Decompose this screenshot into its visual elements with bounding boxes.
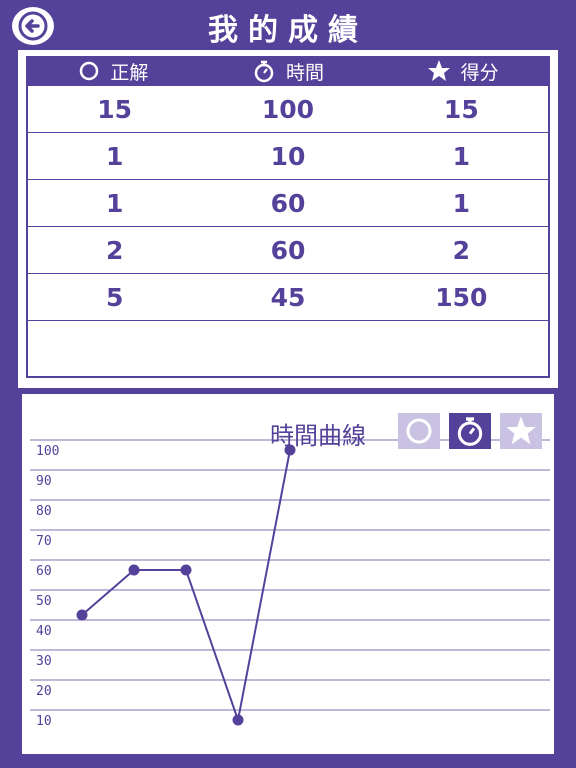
y-tick-label: 60	[36, 564, 52, 579]
chart-area: 10 20 30 40 50 60 70 80 90 100 時間曲線	[30, 398, 550, 750]
column-label: 時間	[286, 61, 325, 84]
chart-title: 時間曲線	[270, 422, 366, 450]
table-row: 15 100 15	[28, 86, 548, 133]
y-tick-label: 10	[36, 714, 52, 729]
cell-time: 45	[270, 282, 306, 312]
page-title: 我的成績	[208, 13, 368, 48]
data-point	[232, 714, 244, 726]
data-point	[180, 564, 192, 576]
column-label: 得分	[460, 61, 499, 84]
results-table: 正解 時間 得分 15 100 15 1 10 1 1 60 1 2 60 2 …	[26, 56, 550, 378]
data-point	[76, 609, 88, 621]
cell-score: 1	[452, 141, 471, 171]
circle-icon	[80, 61, 99, 81]
y-tick-label: 70	[36, 534, 52, 549]
column-label: 正解	[110, 61, 149, 84]
cell-correct: 2	[105, 235, 124, 265]
table-row-empty	[28, 321, 548, 368]
y-tick-label: 90	[36, 474, 52, 489]
cell-time: 60	[270, 188, 306, 218]
cell-time: 100	[261, 94, 315, 124]
cell-correct: 5	[105, 282, 124, 312]
cell-score: 150	[435, 282, 488, 312]
data-point	[128, 564, 140, 576]
table-row: 2 60 2	[28, 227, 548, 274]
circle-icon	[406, 418, 432, 444]
table-row: 1 10 1	[28, 133, 548, 180]
cell-correct: 1	[105, 141, 124, 171]
cell-correct: 15	[97, 94, 133, 124]
table-row: 5 45 150	[28, 274, 548, 321]
chart-panel: 10 20 30 40 50 60 70 80 90 100 時間曲線	[18, 388, 558, 758]
cell-time: 60	[270, 235, 306, 265]
results-table-panel: 正解 時間 得分 15 100 15 1 10 1 1 60 1 2 60 2 …	[18, 50, 558, 388]
column-header-score: 得分	[375, 56, 550, 86]
mode-button-time[interactable]	[449, 413, 491, 449]
y-tick-label: 80	[36, 504, 52, 519]
cell-score: 2	[452, 235, 471, 265]
table-header: 正解 時間 得分	[26, 56, 550, 86]
star-icon	[506, 416, 536, 445]
header: 我的成績	[0, 0, 576, 50]
cell-score: 1	[452, 188, 471, 218]
cell-correct: 1	[105, 188, 124, 218]
y-tick-label: 30	[36, 654, 52, 669]
table-body: 15 100 15 1 10 1 1 60 1 2 60 2 5 45 150	[28, 86, 548, 376]
column-header-time: 時間	[201, 56, 376, 86]
mode-button-correct[interactable]	[398, 413, 440, 449]
y-tick-label: 40	[36, 624, 52, 639]
series-line	[81, 449, 291, 724]
stopwatch-icon	[254, 60, 274, 83]
y-tick-label: 50	[36, 594, 52, 609]
stopwatch-icon	[457, 417, 483, 446]
mode-button-score[interactable]	[500, 413, 542, 449]
y-tick-label: 100	[36, 444, 59, 459]
column-header-correct: 正解	[26, 56, 201, 86]
cell-score: 15	[443, 94, 479, 124]
star-icon	[427, 60, 450, 81]
cell-time: 10	[270, 141, 306, 171]
y-tick-label: 20	[36, 684, 52, 699]
table-row: 1 60 1	[28, 180, 548, 227]
